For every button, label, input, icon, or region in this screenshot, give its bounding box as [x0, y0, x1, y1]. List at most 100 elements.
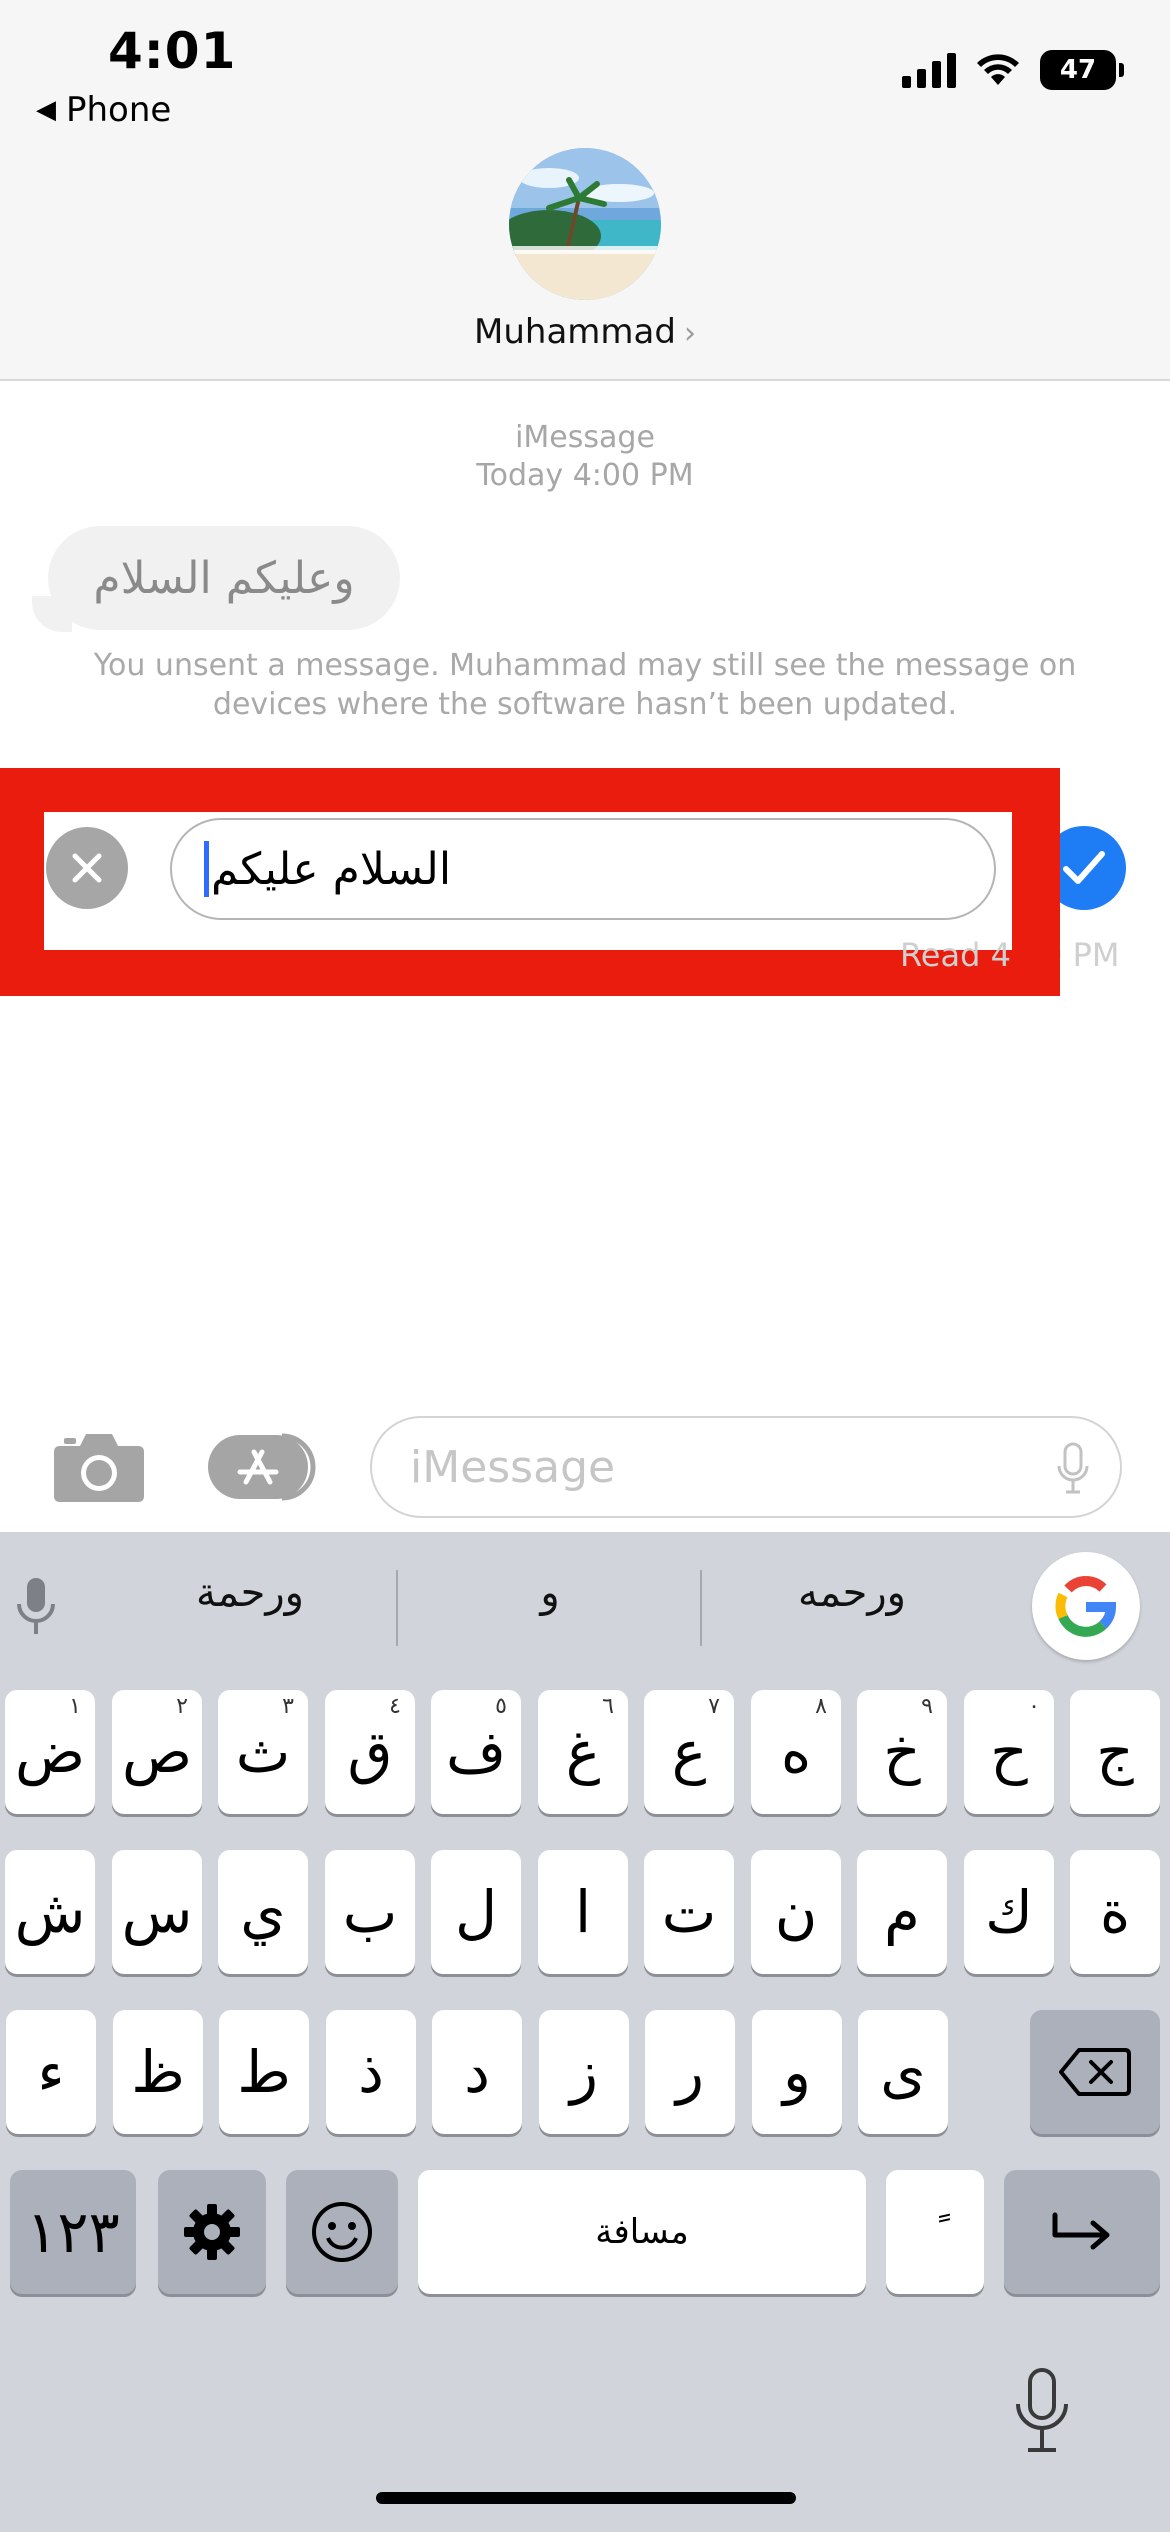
- key-r1-9[interactable]: ص٢: [112, 1690, 202, 1814]
- gear-icon: [184, 2204, 240, 2260]
- key-r1-3[interactable]: ه٨: [751, 1690, 841, 1814]
- key-label: ح: [990, 1718, 1028, 1786]
- delete-key[interactable]: [1030, 2010, 1160, 2134]
- key-r1-5[interactable]: غ٦: [538, 1690, 628, 1814]
- camera-icon: [54, 1434, 144, 1502]
- suggestion-1[interactable]: ورحمه: [702, 1570, 1002, 1616]
- key-r2-1[interactable]: ك: [964, 1850, 1054, 1974]
- suggestion-2[interactable]: و: [400, 1570, 700, 1616]
- key-r3-0[interactable]: ى: [858, 2010, 948, 2134]
- key-label: ا: [574, 1878, 592, 1946]
- checkmark-icon: [1063, 851, 1105, 884]
- key-r3-4[interactable]: د: [432, 2010, 522, 2134]
- cancel-edit-button[interactable]: [46, 827, 128, 909]
- key-label: ذ: [358, 2038, 384, 2106]
- space-key[interactable]: مسافة: [418, 2170, 866, 2294]
- timestamp-label: Today 4:00 PM: [476, 458, 694, 493]
- key-label: ي: [240, 1878, 286, 1946]
- google-g-icon: [1055, 1576, 1117, 1637]
- numbers-key[interactable]: ١٢٣: [10, 2170, 136, 2294]
- dictation-mic-icon[interactable]: [14, 1576, 58, 1636]
- cellular-signal-icon: [902, 52, 956, 88]
- emoji-icon: [312, 2202, 372, 2262]
- conversation-header: 4:01 ◀ Phone 47 Muhammad ›: [0, 0, 1170, 381]
- key-r1-1[interactable]: ح٠: [964, 1690, 1054, 1814]
- key-r3-7[interactable]: ظ: [113, 2010, 203, 2134]
- emoji-key[interactable]: [286, 2170, 398, 2294]
- key-r2-4[interactable]: ت: [644, 1850, 734, 1974]
- key-r3-8[interactable]: ء: [6, 2010, 96, 2134]
- key-r3-2[interactable]: ر: [645, 2010, 735, 2134]
- key-label: ق: [347, 1718, 393, 1786]
- diacritic-key[interactable]: ً: [886, 2170, 984, 2294]
- suggestion-3[interactable]: ورحمة: [100, 1570, 400, 1616]
- key-r2-9[interactable]: س: [112, 1850, 202, 1974]
- key-label: ظ: [131, 2038, 185, 2106]
- highlight-edge: [1012, 768, 1060, 996]
- received-message-bubble[interactable]: وعليكم السلام: [48, 526, 400, 630]
- key-label: ل: [454, 1878, 498, 1946]
- key-r3-1[interactable]: و: [752, 2010, 842, 2134]
- key-label: ى: [880, 2038, 926, 2106]
- key-hint: ٩: [921, 1694, 933, 1719]
- back-triangle-icon: ◀: [36, 95, 56, 125]
- key-label: ه: [780, 1718, 812, 1786]
- key-r2-8[interactable]: ي: [218, 1850, 308, 1974]
- key-r1-6[interactable]: ف٥: [431, 1690, 521, 1814]
- imessage-input[interactable]: iMessage: [370, 1416, 1122, 1518]
- contact-name: Muhammad: [474, 312, 676, 352]
- key-hint: ١: [69, 1694, 81, 1719]
- status-icons: 47: [902, 50, 1124, 90]
- key-label: و: [783, 2038, 812, 2106]
- home-indicator: [376, 2492, 796, 2504]
- key-r3-3[interactable]: ز: [539, 2010, 629, 2134]
- key-r2-6[interactable]: ل: [431, 1850, 521, 1974]
- edit-message-field[interactable]: السلام عليكم: [170, 818, 996, 920]
- key-r3-5[interactable]: ذ: [326, 2010, 416, 2134]
- apps-button[interactable]: [206, 1432, 318, 1502]
- key-label: ر: [676, 2038, 705, 2106]
- key-label: خ: [883, 1718, 921, 1786]
- return-key[interactable]: [1004, 2170, 1160, 2294]
- google-button[interactable]: [1032, 1552, 1140, 1660]
- key-r1-0[interactable]: ج: [1070, 1690, 1160, 1814]
- key-r2-3[interactable]: ن: [751, 1850, 841, 1974]
- wifi-icon: [977, 54, 1019, 85]
- key-label: غ: [565, 1718, 601, 1786]
- key-r1-8[interactable]: ث٣: [218, 1690, 308, 1814]
- key-r2-0[interactable]: ة: [1070, 1850, 1160, 1974]
- return-arrow-icon: [1052, 2212, 1110, 2250]
- settings-key[interactable]: [158, 2170, 266, 2294]
- unsent-notice: You unsent a message. Muhammad may still…: [93, 648, 1077, 722]
- key-hint: ٨: [815, 1694, 827, 1719]
- key-r1-2[interactable]: خ٩: [857, 1690, 947, 1814]
- key-r1-7[interactable]: ق٤: [325, 1690, 415, 1814]
- contact-avatar[interactable]: [509, 148, 661, 300]
- key-label: ط: [237, 2038, 291, 2106]
- key-r2-5[interactable]: ا: [538, 1850, 628, 1974]
- key-label: ص: [121, 1718, 193, 1786]
- key-r1-4[interactable]: ع٧: [644, 1690, 734, 1814]
- key-label: ء: [37, 2038, 65, 2106]
- chevron-right-icon: ›: [683, 316, 696, 351]
- microphone-icon[interactable]: [1056, 1442, 1090, 1496]
- key-r3-6[interactable]: ط: [219, 2010, 309, 2134]
- back-to-phone-button[interactable]: ◀ Phone: [36, 90, 171, 130]
- key-r1-10[interactable]: ض١: [5, 1690, 95, 1814]
- key-r2-2[interactable]: م: [857, 1850, 947, 1974]
- back-label: Phone: [66, 90, 172, 130]
- key-label: ن: [774, 1878, 818, 1946]
- contact-name-button[interactable]: Muhammad ›: [0, 312, 1170, 352]
- key-r2-10[interactable]: ش: [5, 1850, 95, 1974]
- key-r2-7[interactable]: ب: [325, 1850, 415, 1974]
- key-label: س: [121, 1878, 193, 1946]
- camera-button[interactable]: [52, 1428, 146, 1504]
- close-icon: [72, 853, 102, 883]
- service-label: iMessage: [515, 420, 655, 455]
- suggestion-bar: ورحمة و ورحمه: [0, 1532, 1170, 1672]
- key-label: ض: [14, 1718, 86, 1786]
- key-hint: ٠: [1028, 1694, 1040, 1719]
- keyboard-dictation-icon[interactable]: [1012, 2366, 1072, 2456]
- beach-photo-icon: [509, 148, 661, 300]
- key-label: ج: [1096, 1718, 1134, 1786]
